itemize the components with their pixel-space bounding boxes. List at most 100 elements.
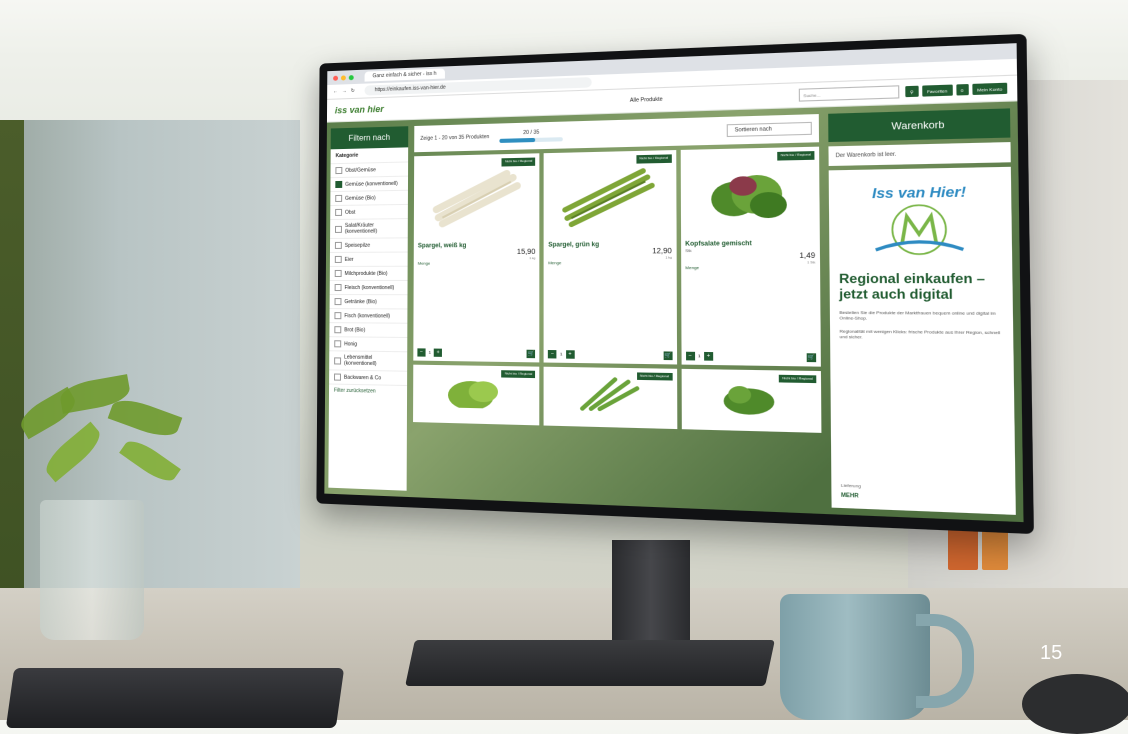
quantity-stepper: −1 + 🛒 xyxy=(685,351,817,362)
filter-sidebar: Filtern nach Kategorie Obst/Gemüse Gemüse… xyxy=(328,126,409,491)
filter-item[interactable]: Obst xyxy=(330,203,408,220)
filter-checkbox[interactable] xyxy=(334,269,342,277)
filter-item-label: Fisch (konventionell) xyxy=(344,312,391,320)
filter-checkbox[interactable] xyxy=(335,208,343,216)
maximize-window-icon[interactable] xyxy=(348,74,354,80)
filter-item[interactable]: Getränke (Bio) xyxy=(329,294,408,309)
page-number: 15 xyxy=(1040,642,1063,664)
filter-checkbox[interactable] xyxy=(334,373,341,381)
product-grid: Nicht bio / Regional Spargel, weiß kg 15,9… xyxy=(413,146,822,508)
filter-checkbox[interactable] xyxy=(335,166,343,175)
decrease-button[interactable]: − xyxy=(548,349,557,358)
site-logo[interactable]: iss van hier xyxy=(335,104,384,116)
add-to-cart-icon[interactable]: 🛒 xyxy=(663,350,673,360)
promo-title: Regional einkaufen – jetzt auch digital xyxy=(838,270,986,302)
minimize-window-icon[interactable] xyxy=(340,74,346,81)
filter-checkbox[interactable] xyxy=(334,326,342,334)
filter-item[interactable]: Speisepilze xyxy=(329,237,408,252)
reload-icon[interactable]: ↻ xyxy=(351,88,355,94)
product-card[interactable]: Nicht bio / Regional xyxy=(681,368,822,433)
cart-column: Warenkorb Der Warenkorb ist leer. Iss va… xyxy=(828,108,1016,515)
sort-select[interactable]: Sortieren nach xyxy=(726,121,812,138)
favorites-button[interactable]: Favoriten xyxy=(922,84,953,97)
filter-reset-link[interactable]: Filter zurücksetzen xyxy=(328,383,408,399)
promo-text: Bestellen Sie die Produkte der Marktfrau… xyxy=(839,309,996,321)
browser-tab[interactable]: Ganz einfach & sicher - iss h xyxy=(364,68,445,82)
product-image[interactable] xyxy=(685,151,815,237)
filter-item[interactable]: Eier xyxy=(329,251,408,266)
regional-badge: Nicht bio / Regional xyxy=(636,154,672,164)
cart-button[interactable]: 0 xyxy=(955,84,969,96)
filter-checkbox[interactable] xyxy=(334,241,342,249)
monitor: Ganz einfach & sicher - iss h ← → ↻ http… xyxy=(316,33,1034,535)
filter-checkbox[interactable] xyxy=(334,356,342,365)
quantity-value[interactable]: 1 xyxy=(560,351,562,356)
product-card[interactable]: Nicht bio / Regional xyxy=(543,366,677,429)
filter-item-label: Speisepilze xyxy=(344,242,371,249)
filter-item[interactable]: Brot (Bio) xyxy=(329,322,408,337)
product-image[interactable] xyxy=(418,158,536,240)
promo-panel: Iss van Hier! Regional einkaufen – jetzt… xyxy=(828,166,1016,515)
all-products-link[interactable]: Alle Produkte xyxy=(630,97,663,104)
filter-checkbox[interactable] xyxy=(335,180,343,189)
sort-bar: Zeige 1 - 20 von 35 Produkten 20 / 35 So… xyxy=(414,114,820,153)
filter-item[interactable]: Lebensmittel (konventionell) xyxy=(329,350,408,371)
increase-button[interactable]: + xyxy=(703,351,714,361)
filter-item[interactable]: Fisch (konventionell) xyxy=(329,308,408,323)
filter-item[interactable]: Honig xyxy=(329,336,408,352)
background-hedge xyxy=(0,120,24,600)
forward-arrow-icon[interactable]: → xyxy=(342,88,347,94)
filter-item[interactable]: Obst/Gemüse xyxy=(330,161,409,178)
speaker-puck xyxy=(1022,674,1128,734)
filter-item[interactable]: Salat/Kräuter (konventionell) xyxy=(330,218,408,238)
product-card[interactable]: Nicht bio / Regional Spargel, weiß kg 15,9… xyxy=(413,153,540,362)
filter-checkbox[interactable] xyxy=(334,284,342,292)
regional-badge: Nicht bio / Regional xyxy=(778,374,817,384)
product-price: 12,90 xyxy=(652,247,672,256)
product-card[interactable]: Nicht bio / Regional Kopfsalate gemischt S… xyxy=(680,146,821,367)
close-window-icon[interactable] xyxy=(333,75,339,81)
filter-checkbox[interactable] xyxy=(335,225,342,233)
filter-item-label: Backwaren & Co xyxy=(343,374,382,381)
filter-item-label: Lebensmittel (konventionell) xyxy=(344,354,377,368)
filter-item-label: Salat/Kräuter (konventionell) xyxy=(344,222,378,235)
regional-badge: Nicht bio / Regional xyxy=(501,369,536,379)
keyboard xyxy=(5,668,345,728)
filter-checkbox[interactable] xyxy=(334,312,342,320)
browser-window: Ganz einfach & sicher - iss h ← → ↻ http… xyxy=(324,43,1024,523)
filter-checkbox[interactable] xyxy=(335,194,343,202)
decrease-button[interactable]: − xyxy=(417,347,426,357)
quantity-label: Menge xyxy=(548,260,562,266)
search-icon[interactable]: ⚲ xyxy=(905,85,919,98)
monitor-base xyxy=(405,640,775,686)
filter-item[interactable]: Backwaren & Co xyxy=(329,369,408,386)
filter-checkbox[interactable] xyxy=(334,255,342,263)
filter-item-label: Gemüse (konventionell) xyxy=(345,180,398,188)
product-image[interactable] xyxy=(548,154,672,238)
filter-item[interactable]: Milchprodukte (Bio) xyxy=(329,265,408,280)
increase-button[interactable]: + xyxy=(565,349,575,359)
search-input[interactable]: Suche... xyxy=(798,85,900,102)
quantity-value[interactable]: 1 xyxy=(429,350,431,355)
filter-item[interactable]: Gemüse (konventionell) xyxy=(330,175,409,192)
regional-badge: Nicht bio / Regional xyxy=(777,151,815,161)
filter-checkbox[interactable] xyxy=(334,340,342,348)
account-button[interactable]: Mein Konto xyxy=(972,82,1008,96)
decrease-button[interactable]: − xyxy=(685,351,695,360)
product-card[interactable]: Nicht bio / Regional Spargel, grün kg 12,9… xyxy=(543,150,677,364)
increase-button[interactable]: + xyxy=(433,348,443,357)
product-price: 1,49 xyxy=(799,252,816,261)
quantity-value[interactable]: 1 xyxy=(698,353,701,358)
promo-more-link[interactable]: MEHR xyxy=(841,492,1006,505)
progress-bar xyxy=(499,137,564,143)
progress-text: 20 / 35 xyxy=(523,129,540,137)
filter-item[interactable]: Gemüse (Bio) xyxy=(330,189,408,206)
filter-checkbox[interactable] xyxy=(334,298,342,306)
product-card[interactable]: Nicht bio / Regional xyxy=(413,364,540,425)
add-to-cart-icon[interactable]: 🛒 xyxy=(806,352,817,362)
back-arrow-icon[interactable]: ← xyxy=(333,89,338,95)
filter-item-label: Honig xyxy=(344,340,358,348)
add-to-cart-icon[interactable]: 🛒 xyxy=(526,349,536,358)
result-count: Zeige 1 - 20 von 35 Produkten xyxy=(420,134,490,142)
filter-item[interactable]: Fleisch (konventionell) xyxy=(329,279,408,295)
